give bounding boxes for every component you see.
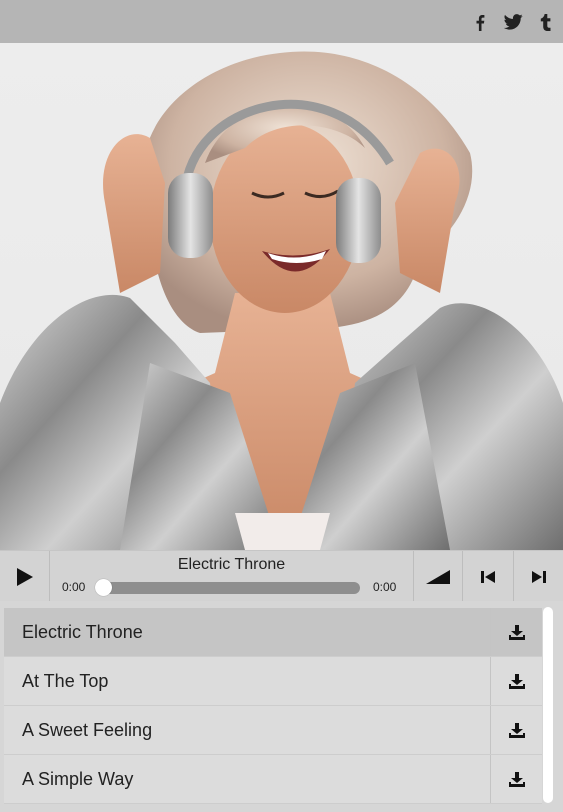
next-button[interactable]	[514, 551, 563, 602]
track-title: A Simple Way	[22, 769, 134, 789]
download-icon	[508, 673, 525, 689]
download-icon	[508, 624, 525, 640]
progress-bar[interactable]	[95, 579, 360, 596]
playlist-item[interactable]: Electric Throne	[4, 608, 542, 657]
now-playing-title: Electric Throne	[177, 556, 286, 573]
download-button[interactable]	[490, 706, 542, 754]
track-title: Electric Throne	[22, 622, 143, 642]
total-time: 0:00	[373, 580, 397, 594]
volume-button[interactable]	[414, 551, 462, 602]
progress-knob[interactable]	[95, 579, 112, 596]
volume-icon	[426, 569, 450, 584]
tumblr-icon[interactable]	[538, 11, 552, 33]
previous-button[interactable]	[463, 551, 513, 602]
current-time: 0:00	[62, 580, 86, 594]
facebook-icon[interactable]	[472, 11, 488, 33]
download-button[interactable]	[490, 608, 542, 656]
play-icon	[16, 567, 33, 586]
playlist-item[interactable]: A Sweet Feeling	[4, 706, 542, 755]
playlist: Electric Throne At The Top A Sweet Feeli…	[0, 601, 563, 812]
skip-next-icon	[531, 570, 546, 583]
download-icon	[508, 771, 525, 787]
cover-image	[0, 43, 563, 550]
twitter-icon[interactable]	[502, 11, 524, 33]
playlist-item[interactable]: At The Top	[4, 657, 542, 706]
music-player: Electric Throne 0:00 0:00 Electric Thron…	[0, 0, 563, 812]
download-button[interactable]	[490, 657, 542, 705]
playlist-scrollbar[interactable]	[543, 607, 553, 803]
player-controls: Electric Throne 0:00 0:00	[0, 550, 563, 602]
top-bar	[0, 0, 563, 43]
download-icon	[508, 722, 525, 738]
download-button[interactable]	[490, 755, 542, 803]
play-button[interactable]	[0, 551, 49, 602]
skip-previous-icon	[481, 570, 495, 583]
woman-with-headphones-photo	[0, 51, 563, 550]
track-title: A Sweet Feeling	[22, 720, 153, 740]
playlist-item[interactable]: A Simple Way	[4, 755, 542, 804]
track-title: At The Top	[22, 671, 109, 691]
